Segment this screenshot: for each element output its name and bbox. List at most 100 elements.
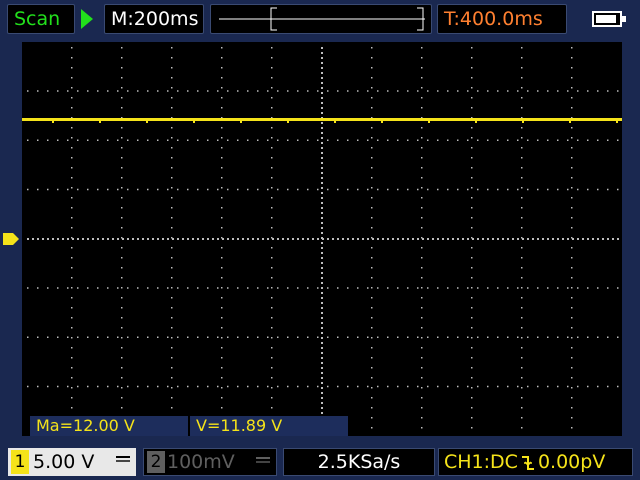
grid-dot [197,188,199,191]
grid-dot [352,238,354,240]
grid-dot [321,412,323,414]
grid-dot [371,277,373,279]
grid-dot [271,337,273,339]
grid-dot [257,90,259,92]
grid-dot [297,139,299,141]
grid-dot [321,342,323,344]
grid-dot [321,387,323,389]
grid-dot [467,336,469,338]
grid-dot [71,327,73,329]
grid-dot [187,90,189,92]
grid-dot [487,90,489,92]
grid-dot [371,357,373,359]
grid-dot [221,167,223,169]
grid-dot [421,377,423,379]
waveform-display[interactable] [22,42,622,436]
grid-dot [497,90,499,92]
grid-dot [221,147,223,149]
grid-dot [321,127,323,129]
grid-dot [521,397,523,399]
grid-dot [247,90,249,92]
measurement-average: V=11.89 V [190,416,348,436]
grid-dot [467,238,469,240]
grid-dot [371,247,373,249]
grid-dot [477,287,479,289]
grid-dot [517,188,519,191]
grid-dot [97,287,99,289]
grid-dot [27,336,29,338]
grid-dot [171,87,173,89]
grid-dot [557,336,559,338]
grid-dot [187,385,189,388]
grid-dot [167,385,169,388]
grid-dot [271,327,273,329]
grid-dot [321,92,323,94]
trace-noise-pixel [475,121,477,123]
play-triangle-icon [81,9,93,29]
grid-dot [421,97,423,99]
grid-dot [292,238,294,240]
grid-dot [271,407,273,409]
sample-rate-readout[interactable]: 2.5KSa/s [283,448,435,476]
grid-dot [132,238,134,240]
grid-dot [107,385,109,388]
memory-position-bar[interactable] [210,4,432,34]
grid-dot [27,90,29,92]
grid-dot [321,147,323,149]
grid-dot [121,57,123,59]
grid-dot [267,238,269,240]
grid-dot [471,107,473,109]
grid-dot [537,238,539,240]
grid-dot [71,157,73,159]
ch2-scale-box[interactable]: 2 100mV [143,448,277,476]
grid-dot [421,197,423,199]
grid-dot [432,238,434,240]
grid-dot [571,227,573,229]
trigger-settings-readout[interactable]: CH1:DC 0.00pV [438,448,633,476]
grid-dot [607,385,609,388]
grid-dot [471,137,473,139]
ch1-scale-box[interactable]: 1 5.00 V [8,448,136,476]
grid-dot [121,217,123,219]
grid-dot [471,207,473,209]
grid-dot [87,336,89,338]
grid-dot [517,287,519,289]
grid-dot [607,188,609,191]
grid-dot [321,337,323,339]
grid-dot [421,387,423,389]
grid-dot [167,139,169,141]
grid-dot [67,188,69,191]
grid-dot [571,77,573,79]
grid-dot [617,385,619,388]
grid-dot [421,347,423,349]
grid-dot [171,187,173,189]
grid-dot [477,385,479,388]
grid-dot [121,347,123,349]
grid-dot [71,107,73,109]
grid-dot [317,90,319,92]
timebase-readout[interactable]: M:200ms [104,4,204,34]
grid-dot [237,385,239,388]
grid-dot [171,397,173,399]
grid-dot [27,188,29,191]
ch1-scale-value: 5.00 V [33,451,95,473]
grid-dot [471,377,473,379]
grid-dot [557,188,559,191]
grid-dot [587,188,589,191]
grid-dot [221,87,223,89]
grid-dot [121,387,123,389]
grid-dot [327,238,329,240]
grid-dot [387,188,389,191]
grid-dot [147,139,149,141]
grid-dot [321,112,323,114]
grid-dot [321,207,323,209]
grid-dot [571,57,573,59]
grid-dot [121,187,123,189]
grid-dot [421,207,423,209]
battery-icon [592,11,626,27]
grid-dot [77,90,79,92]
trigger-position-readout[interactable]: T:400.0ms [437,4,567,34]
grid-dot [571,277,573,279]
acquisition-mode-label[interactable]: Scan [7,4,75,34]
grid-dot [371,47,373,49]
